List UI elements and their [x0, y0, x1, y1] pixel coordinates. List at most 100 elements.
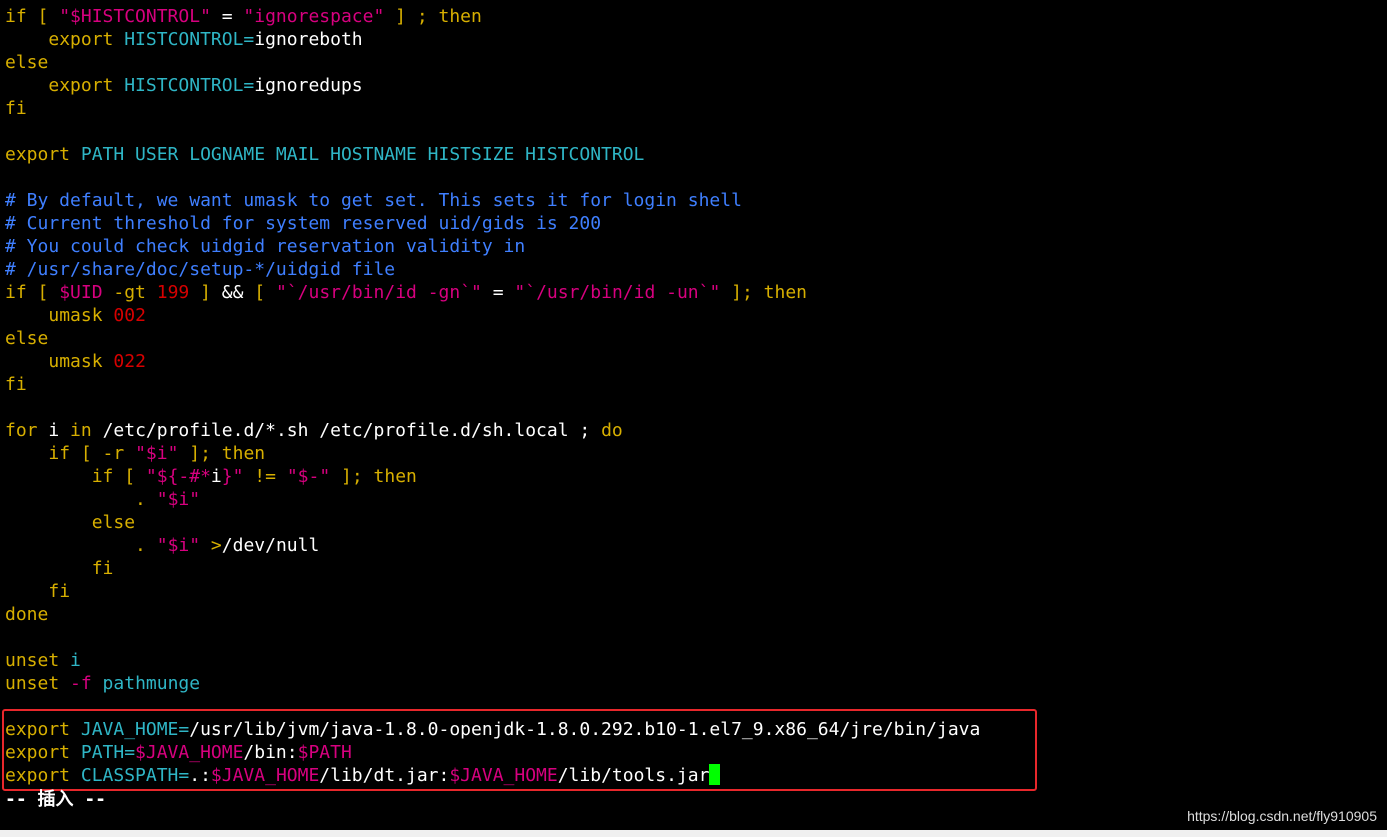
code-line: fi — [5, 557, 1375, 580]
code-line: # /usr/share/doc/setup-*/uidgid file — [5, 258, 1375, 281]
code-token: -f — [70, 673, 92, 694]
code-token: fi — [91, 558, 114, 579]
code-token: -gt — [102, 282, 157, 303]
code-token: i — [210, 466, 222, 487]
code-token: if [ — [5, 6, 60, 27]
code-token: HISTCONTROL= — [124, 75, 255, 96]
code-line: export HISTCONTROL=ignoreboth — [5, 28, 1375, 51]
code-token: unset — [5, 673, 71, 694]
code-token: if [ — [5, 282, 60, 303]
code-token: ]; then — [720, 282, 808, 303]
watermark-url: https://blog.csdn.net/fly910905 — [1187, 808, 1377, 824]
code-token: /dev/null — [221, 535, 320, 556]
highlight-annotation-box — [2, 709, 1037, 791]
code-token: # Current threshold for system reserved … — [5, 213, 602, 234]
code-token: i — [48, 420, 71, 441]
code-line: umask 002 — [5, 304, 1375, 327]
code-token: # You could check uidgid reservation val… — [5, 236, 526, 257]
code-line: if [ $UID -gt 199 ] && [ "`/usr/bin/id -… — [5, 281, 1375, 304]
code-line: # By default, we want umask to get set. … — [5, 189, 1375, 212]
code-token: ]; then — [178, 443, 266, 464]
code-line: fi — [5, 580, 1375, 603]
code-token: else — [5, 52, 49, 73]
code-token: = — [210, 6, 244, 27]
code-token: else — [91, 512, 136, 533]
code-line: for i in /etc/profile.d/*.sh /etc/profil… — [5, 419, 1375, 442]
code-token: /etc/profile.d/*.sh /etc/profile.d/sh.lo… — [102, 420, 602, 441]
code-token: "$-" — [286, 466, 331, 487]
code-line: else — [5, 51, 1375, 74]
code-token: fi — [48, 581, 71, 602]
code-token: [ — [254, 282, 276, 303]
code-token: > — [200, 535, 222, 556]
code-token: pathmunge — [91, 673, 201, 694]
code-token: in — [70, 420, 103, 441]
code-line: fi — [5, 373, 1375, 396]
code-token: for — [5, 420, 49, 441]
code-line: umask 022 — [5, 350, 1375, 373]
code-token: "ignorespace" — [243, 6, 385, 27]
code-token: fi — [5, 98, 27, 119]
code-token: i — [70, 650, 81, 671]
code-token: 199 — [156, 282, 190, 303]
code-token: $UID — [59, 282, 103, 303]
code-line: fi — [5, 97, 1375, 120]
window-bottom-edge — [0, 830, 1387, 837]
code-token: 002 — [113, 305, 146, 326]
code-token: = — [481, 282, 515, 303]
code-token: if [ — [91, 466, 146, 487]
code-token: ] — [189, 282, 211, 303]
vim-editor-buffer[interactable]: if [ "$HISTCONTROL" = "ignorespace" ] ; … — [5, 5, 1375, 787]
code-line: . "$i" — [5, 488, 1375, 511]
code-token: . — [135, 535, 157, 556]
code-token: != — [243, 466, 287, 487]
code-line: else — [5, 511, 1375, 534]
code-token: . — [135, 489, 157, 510]
code-token: if [ -r — [48, 443, 136, 464]
code-token: umask — [48, 305, 114, 326]
code-token: ]; then — [330, 466, 417, 487]
code-line: unset -f pathmunge — [5, 672, 1375, 695]
code-token: "$i" — [156, 489, 201, 510]
code-line: if [ -r "$i" ]; then — [5, 442, 1375, 465]
code-token: export — [5, 144, 81, 165]
code-token: export — [48, 29, 125, 50]
code-token: PATH USER LOGNAME MAIL HOSTNAME HISTSIZE… — [80, 144, 645, 165]
code-token: HISTCONTROL= — [124, 29, 255, 50]
code-line: else — [5, 327, 1375, 350]
code-line: export PATH USER LOGNAME MAIL HOSTNAME H… — [5, 143, 1375, 166]
code-token: && — [210, 282, 255, 303]
code-token: unset — [5, 650, 71, 671]
code-token: "`/usr/bin/id -un`" — [514, 282, 721, 303]
code-line: export HISTCONTROL=ignoredups — [5, 74, 1375, 97]
code-token: else — [5, 328, 49, 349]
code-token: fi — [5, 374, 27, 395]
code-line: # Current threshold for system reserved … — [5, 212, 1375, 235]
code-token: "$i" — [135, 443, 179, 464]
code-token: # /usr/share/doc/setup-*/uidgid file — [5, 259, 396, 280]
code-line: done — [5, 603, 1375, 626]
code-line: unset i — [5, 649, 1375, 672]
code-token: done — [5, 604, 49, 625]
code-token: ] ; then — [384, 6, 482, 27]
code-token: "$i" — [156, 535, 201, 556]
code-token: 022 — [113, 351, 146, 372]
code-token: # By default, we want umask to get set. … — [5, 190, 742, 211]
code-token: "${-#* — [145, 466, 211, 487]
code-token: ignoredups — [254, 75, 363, 96]
code-line: . "$i" >/dev/null — [5, 534, 1375, 557]
code-token: export — [48, 75, 125, 96]
code-token: "$HISTCONTROL" — [59, 6, 211, 27]
